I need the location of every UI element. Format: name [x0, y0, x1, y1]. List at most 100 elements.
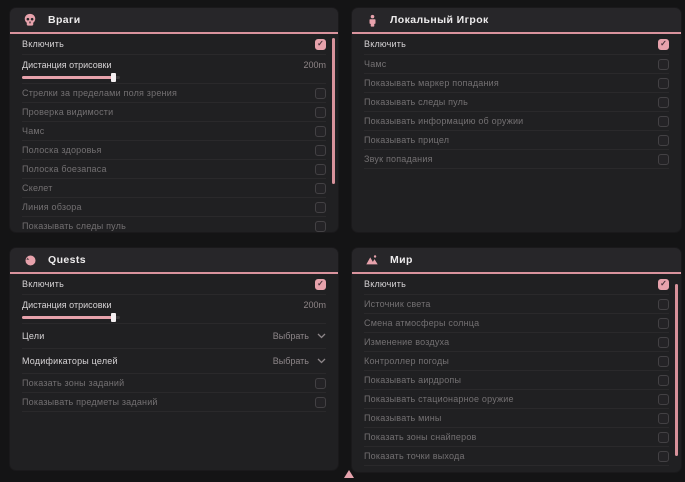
setting-row[interactable]: Полоска боезапаса ✓	[22, 160, 326, 179]
setting-label: Звук попадания	[364, 154, 433, 164]
panel-world-body: Включить ✓ Источник света ✓ Смена атмосф…	[352, 274, 681, 466]
panel-local-player: Локальный Игрок Включить ✓ Чамс ✓ Показы…	[352, 8, 681, 232]
setting-label: Показывать маркер попадания	[364, 78, 499, 88]
distance-slider[interactable]	[22, 73, 120, 82]
setting-row[interactable]: Показывать мины ✓	[364, 409, 669, 428]
targets-dropdown[interactable]: Выбрать	[273, 331, 326, 341]
setting-row[interactable]: Полоска здоровья ✓	[22, 141, 326, 160]
checkbox[interactable]: ✓	[315, 107, 326, 118]
slider-value: 200m	[303, 60, 326, 70]
setting-row[interactable]: Источник света ✓	[364, 295, 669, 314]
panel-title: Quests	[48, 254, 86, 266]
setting-row[interactable]: Показывать предметы заданий ✓	[22, 393, 326, 412]
slider-handle[interactable]	[111, 73, 116, 82]
checkbox[interactable]: ✓	[658, 337, 669, 348]
setting-row-enable[interactable]: Включить ✓	[364, 34, 669, 55]
setting-row[interactable]: Звук попадания ✓	[364, 150, 669, 169]
setting-row[interactable]: Стрелки за пределами поля зрения ✓	[22, 84, 326, 103]
cursor-icon	[344, 470, 354, 478]
scrollbar[interactable]	[675, 284, 678, 456]
checkbox[interactable]: ✓	[315, 279, 326, 290]
checkbox[interactable]: ✓	[315, 164, 326, 175]
checkbox[interactable]: ✓	[315, 145, 326, 156]
setting-label: Скелет	[22, 183, 53, 193]
checkbox[interactable]: ✓	[658, 279, 669, 290]
checkbox[interactable]: ✓	[658, 394, 669, 405]
checkbox[interactable]: ✓	[315, 39, 326, 50]
setting-row[interactable]: Смена атмосферы солнца ✓	[364, 314, 669, 333]
panel-quests: Quests Включить ✓ Дистанция отрисовки 20…	[10, 248, 338, 470]
setting-label: Показывать информацию об оружии	[364, 116, 523, 126]
setting-row[interactable]: Показать точки выхода ✓	[364, 447, 669, 466]
setting-row[interactable]: Показывать следы пуль ✓	[364, 93, 669, 112]
setting-row-draw-distance: Дистанция отрисовки 200m	[22, 295, 326, 324]
checkbox[interactable]: ✓	[658, 318, 669, 329]
panel-local-player-header: Локальный Игрок	[352, 8, 681, 34]
checkbox[interactable]: ✓	[315, 397, 326, 408]
slider-value: 200m	[303, 300, 326, 310]
setting-row[interactable]: Показывать стационарное оружие ✓	[364, 390, 669, 409]
chevron-down-icon	[317, 333, 326, 339]
checkbox[interactable]: ✓	[315, 221, 326, 232]
panel-enemies: Враги Включить ✓ Дистанция отрисовки 200…	[10, 8, 338, 232]
panel-title: Локальный Игрок	[390, 14, 489, 26]
checkbox[interactable]: ✓	[658, 375, 669, 386]
setting-label: Включить	[22, 279, 64, 289]
setting-label: Полоска здоровья	[22, 145, 102, 155]
setting-row-enable[interactable]: Включить ✓	[364, 274, 669, 295]
target-modifiers-dropdown[interactable]: Выбрать	[273, 356, 326, 366]
checkbox[interactable]: ✓	[658, 97, 669, 108]
setting-row[interactable]: Показывать маркер попадания ✓	[364, 74, 669, 93]
setting-label: Смена атмосферы солнца	[364, 318, 479, 328]
panel-enemies-body: Включить ✓ Дистанция отрисовки 200m Стре…	[10, 34, 338, 232]
setting-row-enable[interactable]: Включить ✓	[22, 274, 326, 295]
checkbox[interactable]: ✓	[658, 451, 669, 462]
checkbox[interactable]: ✓	[315, 88, 326, 99]
checkbox[interactable]: ✓	[658, 432, 669, 443]
mountain-icon	[365, 253, 379, 267]
setting-row[interactable]: Линия обзора ✓	[22, 198, 326, 217]
checkbox[interactable]: ✓	[315, 202, 326, 213]
checkbox[interactable]: ✓	[658, 356, 669, 367]
checkbox[interactable]: ✓	[658, 154, 669, 165]
panel-quests-header: Quests	[10, 248, 338, 274]
setting-row[interactable]: Показывать аирдропы ✓	[364, 371, 669, 390]
scrollbar[interactable]	[332, 38, 335, 184]
checkbox[interactable]: ✓	[315, 183, 326, 194]
setting-label: Включить	[364, 279, 406, 289]
setting-row[interactable]: Показать зоны заданий ✓	[22, 374, 326, 393]
setting-row[interactable]: Изменение воздуха ✓	[364, 333, 669, 352]
setting-row-enable[interactable]: Включить ✓	[22, 34, 326, 55]
checkbox[interactable]: ✓	[658, 78, 669, 89]
slider-track	[22, 316, 120, 319]
setting-row-draw-distance: Дистанция отрисовки 200m	[22, 55, 326, 84]
slider-handle[interactable]	[111, 313, 116, 322]
setting-label: Показывать следы пуль	[364, 97, 468, 107]
setting-row[interactable]: Чамс ✓	[22, 122, 326, 141]
setting-row[interactable]: Показывать информацию об оружии ✓	[364, 112, 669, 131]
setting-label: Полоска боезапаса	[22, 164, 107, 174]
setting-label: Включить	[364, 39, 406, 49]
setting-row[interactable]: Показывать следы пуль ✓	[22, 217, 326, 232]
person-icon	[365, 13, 379, 27]
panel-world-header: Мир	[352, 248, 681, 274]
checkbox[interactable]: ✓	[658, 116, 669, 127]
checkbox[interactable]: ✓	[315, 378, 326, 389]
setting-row[interactable]: Проверка видимости ✓	[22, 103, 326, 122]
checkbox[interactable]: ✓	[658, 39, 669, 50]
checkbox[interactable]: ✓	[658, 59, 669, 70]
skull-icon	[23, 13, 37, 27]
setting-row[interactable]: Показать зоны снайперов ✓	[364, 428, 669, 447]
checkbox[interactable]: ✓	[658, 299, 669, 310]
setting-row[interactable]: Контроллер погоды ✓	[364, 352, 669, 371]
checkbox[interactable]: ✓	[315, 126, 326, 137]
chevron-down-icon	[317, 358, 326, 364]
checkbox[interactable]: ✓	[658, 135, 669, 146]
setting-row[interactable]: Показывать прицел ✓	[364, 131, 669, 150]
checkbox[interactable]: ✓	[658, 413, 669, 424]
distance-slider[interactable]	[22, 313, 120, 322]
setting-row[interactable]: Скелет ✓	[22, 179, 326, 198]
setting-row[interactable]: Чамс ✓	[364, 55, 669, 74]
setting-label: Показать точки выхода	[364, 451, 465, 461]
slider-fill	[22, 76, 113, 79]
